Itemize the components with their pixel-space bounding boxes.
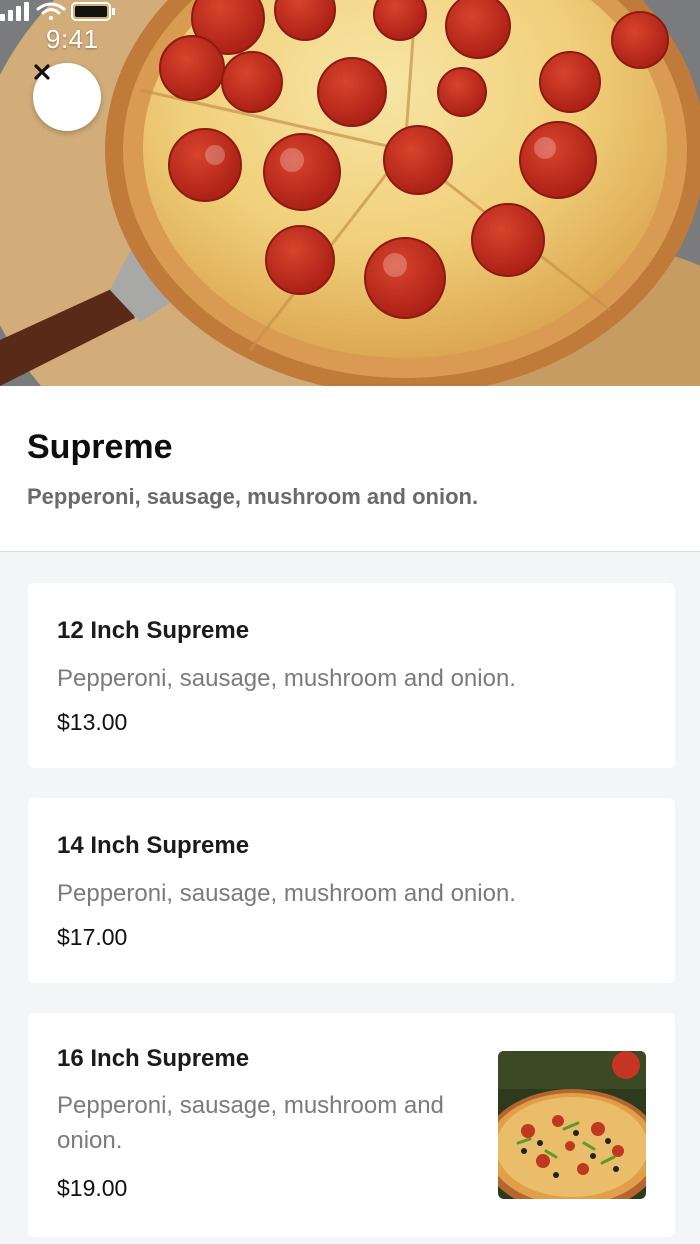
option-price: $17.00 [57,924,128,950]
battery-icon [71,2,115,21]
option-description: Pepperoni, sausage, mushroom and onion. [57,665,516,692]
signal-icon [0,2,29,21]
hero-image: 9:41 [0,0,700,386]
option-description: Pepperoni, sausage, mushroom and onion. [57,880,516,907]
item-header: Supreme Pepperoni, sausage, mushroom and… [0,386,700,552]
option-title: 12 Inch Supreme [57,617,250,644]
option-title: 16 Inch Supreme [57,1045,250,1072]
option-card-14-inch[interactable]: 14 Inch Supreme Pepperoni, sausage, mush… [28,798,675,983]
option-card-12-inch[interactable]: 12 Inch Supreme Pepperoni, sausage, mush… [28,583,675,768]
option-title: 14 Inch Supreme [57,832,250,859]
item-title: Supreme [27,428,173,466]
status-time: 9:41 [46,24,99,54]
supreme-pizza-thumbnail [498,1051,646,1199]
option-card-16-inch[interactable]: 16 Inch Supreme Pepperoni, sausage, mush… [28,1013,675,1237]
status-bar: 9:41 [0,0,700,80]
option-price: $13.00 [57,709,128,735]
wifi-icon [36,2,66,20]
close-icon [34,64,50,80]
option-price: $19.00 [57,1175,128,1201]
option-description: Pepperoni, sausage, mushroom and onion. [57,1092,444,1154]
status-icons [0,2,115,21]
item-subtitle: Pepperoni, sausage, mushroom and onion. [27,484,479,509]
close-button[interactable] [33,63,101,131]
pizza-thumbnail-image [498,1051,646,1199]
